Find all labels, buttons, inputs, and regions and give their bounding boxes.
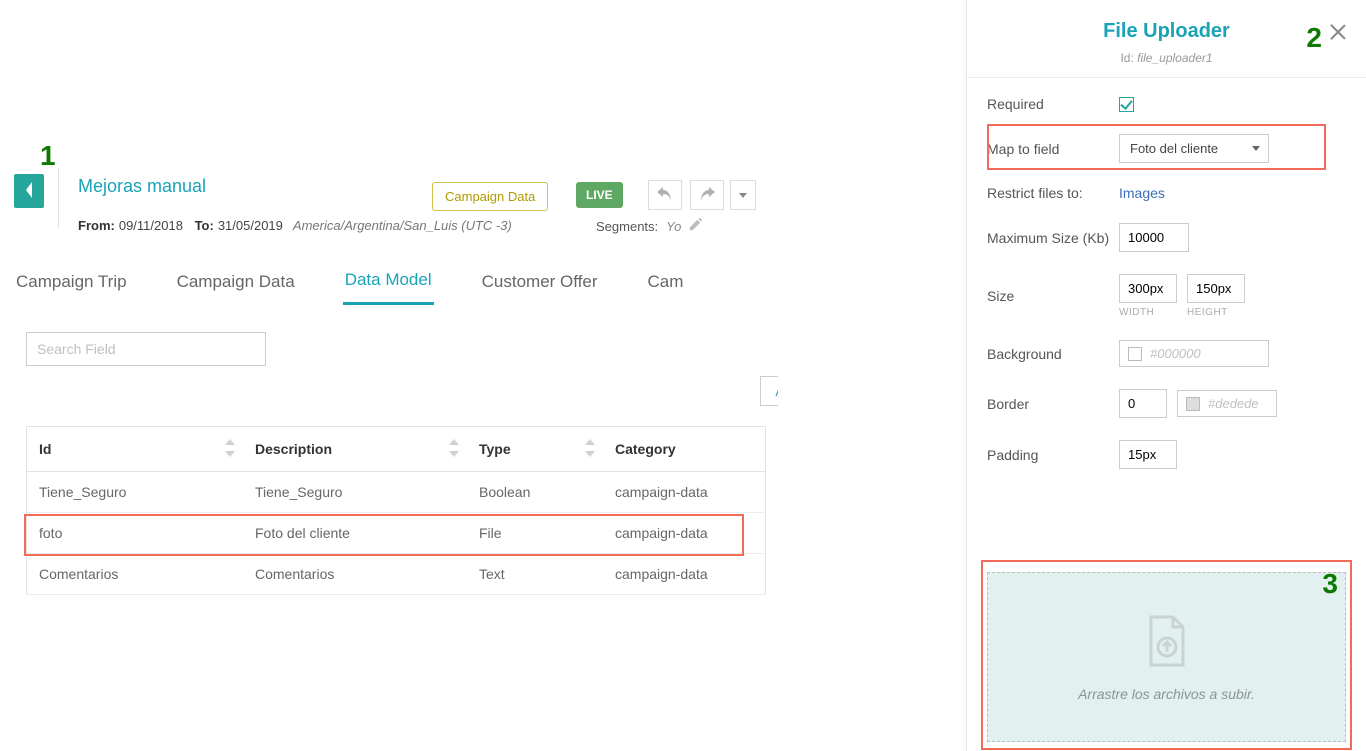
height-input[interactable]: [1187, 274, 1245, 303]
back-button[interactable]: [14, 174, 44, 208]
timezone: America/Argentina/San_Luis (UTC -3): [293, 218, 512, 233]
maxsize-input[interactable]: [1119, 223, 1189, 252]
callout-2: 2: [1306, 22, 1322, 54]
required-row: Required: [987, 96, 1346, 112]
border-swatch: [1186, 397, 1200, 411]
padding-label: Padding: [987, 447, 1119, 463]
chevron-left-icon: [24, 182, 34, 201]
width-sublabel: WIDTH: [1119, 307, 1154, 318]
table-header: Id Description Type Category: [27, 427, 765, 472]
callout-3: 3: [1322, 568, 1338, 600]
tab-data-model[interactable]: Data Model: [343, 258, 434, 305]
height-sublabel: HEIGHT: [1187, 307, 1228, 318]
table-row[interactable]: Tiene_Seguro Tiene_Seguro Boolean campai…: [27, 472, 765, 513]
callout-1: 1: [40, 140, 56, 172]
background-input[interactable]: #000000: [1119, 340, 1269, 367]
restrict-value[interactable]: Images: [1119, 185, 1165, 201]
file-dropzone[interactable]: Arrastre los archivos a subir.: [987, 572, 1346, 742]
segments: Segments: Yo: [596, 218, 702, 234]
campaign-meta: From: 09/11/2018 To: 31/05/2019 America/…: [78, 218, 512, 233]
background-row: Background #000000: [987, 340, 1346, 367]
pencil-icon: [689, 219, 702, 234]
map-to-field-row: Map to field Foto del cliente: [987, 134, 1346, 163]
width-input[interactable]: [1119, 274, 1177, 303]
close-button[interactable]: [1328, 22, 1348, 42]
border-width-input[interactable]: [1119, 389, 1167, 418]
col-desc[interactable]: Description: [243, 427, 467, 472]
size-row: Size WIDTH HEIGHT: [987, 274, 1346, 318]
upload-file-icon: [1143, 613, 1191, 672]
table-row[interactable]: Comentarios Comentarios Text campaign-da…: [27, 554, 765, 595]
campaign-data-chip[interactable]: Campaign Data: [432, 182, 548, 211]
map-to-field-select[interactable]: Foto del cliente: [1119, 134, 1269, 163]
divider: [58, 168, 59, 228]
file-uploader-panel: File Uploader Id: file_uploader1 2 Requi…: [966, 0, 1366, 751]
required-label: Required: [987, 96, 1119, 112]
sort-icon: [225, 439, 235, 457]
undo-button[interactable]: [648, 180, 682, 210]
maxsize-row: Maximum Size (Kb): [987, 223, 1346, 252]
col-cat[interactable]: Category: [603, 427, 765, 472]
fields-table: Id Description Type Category Tiene_Segur…: [26, 426, 766, 595]
tab-campaign-data[interactable]: Campaign Data: [175, 260, 297, 304]
sort-icon: [585, 439, 595, 457]
component-id: Id: file_uploader1: [987, 51, 1346, 65]
tab-bar: Campaign Trip Campaign Data Data Model C…: [0, 256, 778, 306]
restrict-row: Restrict files to: Images: [987, 185, 1346, 201]
dropzone-text: Arrastre los archivos a subir.: [1078, 686, 1255, 702]
required-checkbox[interactable]: [1119, 97, 1134, 112]
to-value: 31/05/2019: [218, 218, 283, 233]
tab-campaign-trip[interactable]: Campaign Trip: [14, 260, 129, 304]
edit-segments-button[interactable]: [689, 218, 702, 234]
to-label: To:: [195, 218, 214, 233]
padding-input[interactable]: [1119, 440, 1177, 469]
col-id[interactable]: Id: [27, 427, 243, 472]
border-row: Border #dedede: [987, 389, 1346, 418]
border-label: Border: [987, 396, 1119, 412]
campaign-view: 1 Mejoras manual From: 09/11/2018 To: 31…: [0, 0, 778, 600]
maxsize-label: Maximum Size (Kb): [987, 230, 1119, 246]
restrict-label: Restrict files to:: [987, 185, 1119, 201]
sort-icon: [449, 439, 459, 457]
segments-value: Yo: [666, 219, 681, 234]
border-color-input[interactable]: #dedede: [1177, 390, 1277, 417]
more-button[interactable]: [730, 180, 756, 210]
add-button[interactable]: A: [760, 376, 778, 406]
from-value: 09/11/2018: [119, 218, 183, 233]
segments-label: Segments:: [596, 219, 658, 234]
panel-body: Required Map to field Foto del cliente R…: [967, 78, 1366, 509]
chevron-down-icon: [739, 187, 747, 203]
panel-title: File Uploader: [987, 20, 1346, 43]
redo-button[interactable]: [690, 180, 724, 210]
undo-icon: [657, 187, 673, 204]
size-label: Size: [987, 288, 1119, 304]
background-label: Background: [987, 346, 1119, 362]
tab-truncated[interactable]: Cam: [646, 260, 686, 304]
redo-icon: [699, 187, 715, 204]
padding-row: Padding: [987, 440, 1346, 469]
col-type[interactable]: Type: [467, 427, 603, 472]
campaign-title: Mejoras manual: [78, 176, 206, 197]
map-label: Map to field: [987, 141, 1119, 157]
table-row[interactable]: foto Foto del cliente File campaign-data: [27, 513, 765, 554]
live-badge: LIVE: [576, 182, 623, 208]
tab-customer-offer[interactable]: Customer Offer: [480, 260, 600, 304]
bg-swatch: [1128, 347, 1142, 361]
search-input[interactable]: [26, 332, 266, 366]
from-label: From:: [78, 218, 115, 233]
